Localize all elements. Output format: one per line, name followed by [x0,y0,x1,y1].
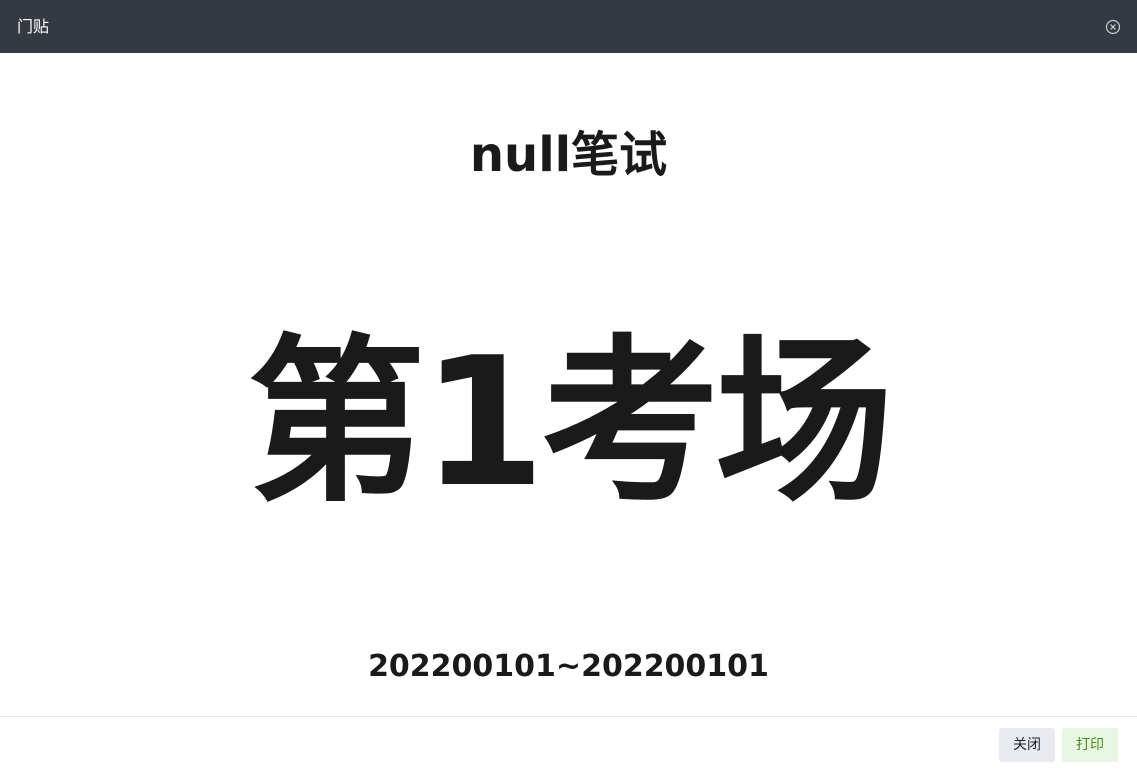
dialog-titlebar: 门贴 [0,0,1137,53]
print-button[interactable]: 打印 [1062,727,1118,762]
close-circle-icon[interactable] [1105,19,1121,35]
door-sign-dialog: 门贴 null笔试 第1考场 202200101~202200101 关闭 打印 [0,0,1137,772]
dialog-footer: 关闭 打印 [0,716,1137,772]
exam-name: null笔试 [469,127,668,183]
exam-room-number: 第1考场 [247,319,894,526]
close-button[interactable]: 关闭 [999,727,1055,762]
door-sign-content: null笔试 第1考场 202200101~202200101 [0,53,1137,716]
dialog-title: 门贴 [17,16,50,36]
candidate-number-range: 202200101~202200101 [368,649,769,684]
